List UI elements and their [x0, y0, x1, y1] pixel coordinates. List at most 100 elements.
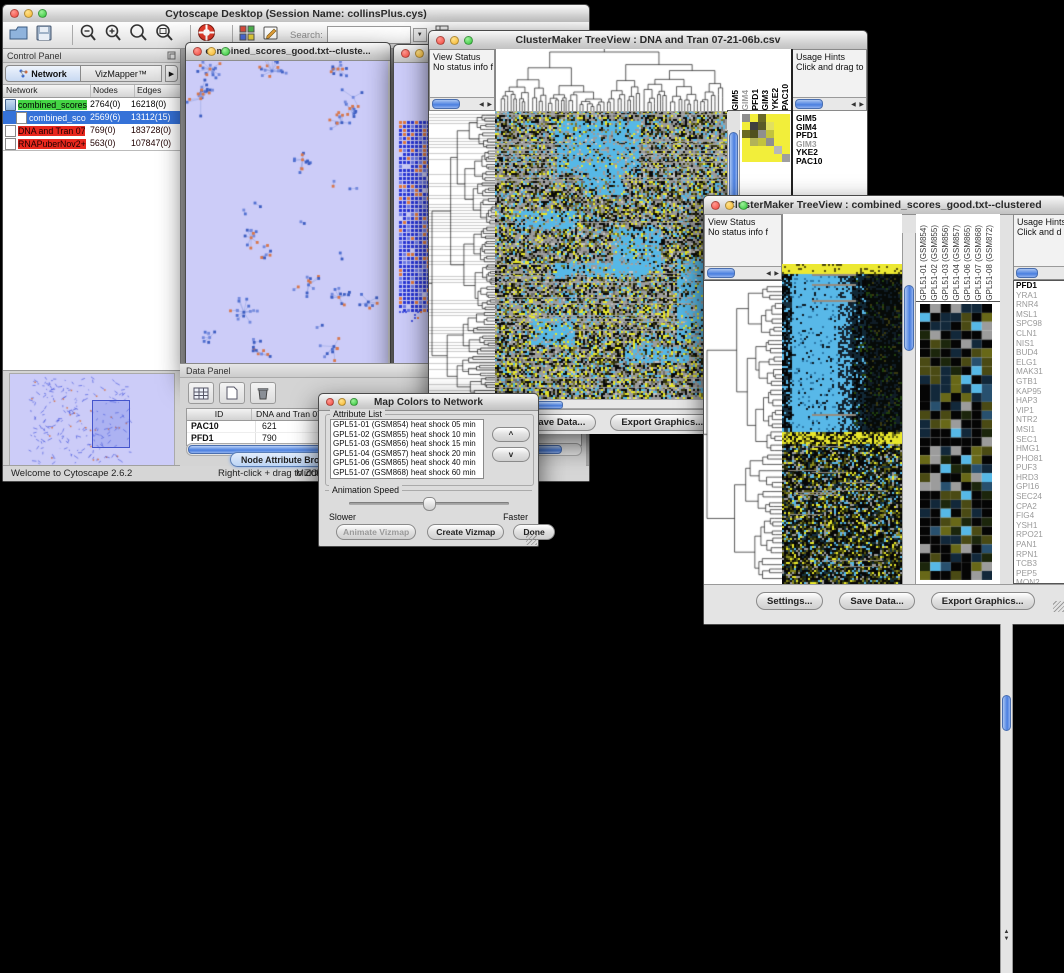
gene-label[interactable]: SEC1	[1014, 435, 1064, 445]
close-icon[interactable]	[401, 49, 410, 58]
zoom-heatmap-cell[interactable]	[774, 122, 782, 130]
tab-vizmapper[interactable]: VizMapper™	[81, 65, 162, 82]
zoom-heatmap-cell[interactable]	[750, 122, 758, 130]
gene-label[interactable]: MSI1	[1014, 425, 1064, 435]
gene-label[interactable]: YSH1	[1014, 521, 1064, 531]
close-icon[interactable]	[326, 398, 334, 406]
slider-thumb[interactable]	[423, 497, 436, 511]
tab-overflow-button[interactable]: ▶	[165, 65, 178, 82]
col-header-nodes[interactable]: Nodes	[91, 85, 135, 97]
data-col-id[interactable]: ID	[187, 409, 252, 420]
resize-grip[interactable]	[526, 534, 537, 545]
animation-speed-slider[interactable]	[349, 502, 509, 505]
attribute-item[interactable]: GPL51-03 (GSM856) heat shock 15 min	[331, 439, 471, 449]
tv1-row-dendrogram[interactable]	[429, 111, 495, 399]
zoom-column-label[interactable]: GPL51-06 (GSM865)	[963, 225, 974, 301]
zoom-heatmap-cell[interactable]	[742, 154, 750, 162]
view-status-scrollbar[interactable]: ◀ ▶	[705, 266, 781, 279]
close-icon[interactable]	[193, 47, 202, 56]
table-mode-icon[interactable]	[188, 382, 214, 404]
gene-label[interactable]: VIP1	[1014, 406, 1064, 416]
zoom-heatmap-cell[interactable]	[774, 146, 782, 154]
gene-label[interactable]: MAK31	[1014, 367, 1064, 377]
gene-label[interactable]: NIS1	[1014, 339, 1064, 349]
zoom-heatmap-cell[interactable]	[742, 122, 750, 130]
tv2-heatmap[interactable]	[782, 264, 902, 584]
gene-label[interactable]: PUF3	[1014, 463, 1064, 473]
zoom-row-label[interactable]: PAC10	[796, 157, 867, 166]
zoom-column-label[interactable]: GIM3	[761, 90, 770, 110]
network-row[interactable]: combined_sco 2569(6) 13112(15)	[3, 111, 180, 124]
gene-label[interactable]: KAP95	[1014, 387, 1064, 397]
gene-label[interactable]: NTR2	[1014, 415, 1064, 425]
zoom-heatmap-cell[interactable]	[750, 154, 758, 162]
tab-network[interactable]: Network	[5, 65, 81, 82]
window-controls[interactable]	[10, 9, 47, 18]
export-graphics-button[interactable]: Export Graphics...	[610, 414, 714, 431]
zoom-heatmap-cell[interactable]	[774, 130, 782, 138]
gene-label[interactable]: RNR4	[1014, 300, 1064, 310]
zoom-out-icon[interactable]	[79, 24, 97, 47]
gene-label[interactable]: PEP5	[1014, 569, 1064, 579]
zoom-in-icon[interactable]	[104, 24, 122, 47]
col-header-edges[interactable]: Edges	[135, 85, 180, 97]
network-view-canvas[interactable]	[186, 61, 388, 372]
zoom-column-label[interactable]: GPL51-08 (GSM872)	[985, 225, 996, 301]
network-row[interactable]: RNAPuberNov2+ 563(0) 107847(0)	[3, 137, 180, 150]
zoom-heatmap-cell[interactable]	[750, 130, 758, 138]
settings-button[interactable]: Settings...	[756, 592, 823, 610]
close-icon[interactable]	[436, 36, 445, 45]
gene-label[interactable]: BUD4	[1014, 348, 1064, 358]
move-attribute-up-button[interactable]: ^	[492, 427, 530, 442]
zoom-column-label[interactable]: PAC10	[781, 84, 790, 110]
gene-label[interactable]: HRD3	[1014, 473, 1064, 483]
birdseye-selection-rect[interactable]	[92, 400, 130, 448]
zoom-heatmap-cell[interactable]	[774, 138, 782, 146]
zoom-window-icon[interactable]	[464, 36, 473, 45]
zoom-heatmap-cell[interactable]	[758, 114, 766, 122]
gene-label[interactable]: SPC98	[1014, 319, 1064, 329]
tv1-zoom-heatmap[interactable]	[742, 114, 790, 162]
zoom-heatmap-cell[interactable]	[782, 138, 790, 146]
zoom-heatmap-cell[interactable]	[758, 138, 766, 146]
minimize-icon[interactable]	[450, 36, 459, 45]
gene-label[interactable]: PHO81	[1014, 454, 1064, 464]
zoom-column-label[interactable]: GPL51-01 (GSM854)	[919, 225, 930, 301]
zoom-heatmap-cell[interactable]	[782, 146, 790, 154]
create-vizmap-button[interactable]: Create Vizmap	[427, 524, 504, 540]
network-row[interactable]: DNA and Tran 07 769(0) 183728(0)	[3, 124, 180, 137]
gene-label[interactable]: FIG4	[1014, 511, 1064, 521]
zoom-heatmap-cell[interactable]	[774, 154, 782, 162]
move-attribute-down-button[interactable]: v	[492, 447, 530, 462]
zoom-heatmap-cell[interactable]	[782, 154, 790, 162]
gene-label[interactable]: RPN1	[1014, 550, 1064, 560]
zoom-column-label[interactable]: PFD1	[751, 89, 760, 110]
zoom-heatmap-cell[interactable]	[750, 146, 758, 154]
zoom-heatmap-cell[interactable]	[782, 122, 790, 130]
attribute-item[interactable]: GPL51-01 (GSM854) heat shock 05 min	[331, 420, 471, 430]
gene-label[interactable]: YRA1	[1014, 291, 1064, 301]
gene-label[interactable]: HAP3	[1014, 396, 1064, 406]
zoom-heatmap-cell[interactable]	[758, 122, 766, 130]
main-titlebar[interactable]: Cytoscape Desktop (Session Name: collins…	[3, 5, 589, 23]
minimize-icon[interactable]	[207, 47, 216, 56]
zoom-selected-icon[interactable]	[155, 24, 174, 47]
zoom-heatmap-cell[interactable]	[742, 138, 750, 146]
save-button[interactable]	[36, 25, 52, 46]
zoom-column-label[interactable]: GPL51-07 (GSM868)	[974, 225, 985, 301]
zoom-heatmap-cell[interactable]	[766, 154, 774, 162]
gene-label[interactable]: GTB1	[1014, 377, 1064, 387]
attribute-item[interactable]: GPL51-04 (GSM857) heat shock 20 min	[331, 449, 471, 459]
gene-label[interactable]: HMG1	[1014, 444, 1064, 454]
gene-label[interactable]: GPI16	[1014, 482, 1064, 492]
gene-label[interactable]: TCB3	[1014, 559, 1064, 569]
zoom-column-label[interactable]: YKE2	[771, 88, 780, 110]
zoom-window-icon[interactable]	[739, 201, 748, 210]
zoom-heatmap-cell[interactable]	[742, 130, 750, 138]
col-header-network[interactable]: Network	[3, 85, 91, 97]
zoom-heatmap-cell[interactable]	[742, 146, 750, 154]
zoom-fit-icon[interactable]	[129, 24, 148, 47]
tv2-vertical-scrollbar[interactable]: ▲▼	[902, 233, 916, 603]
new-attribute-icon[interactable]	[219, 382, 245, 404]
gene-label[interactable]: ELG1	[1014, 358, 1064, 368]
